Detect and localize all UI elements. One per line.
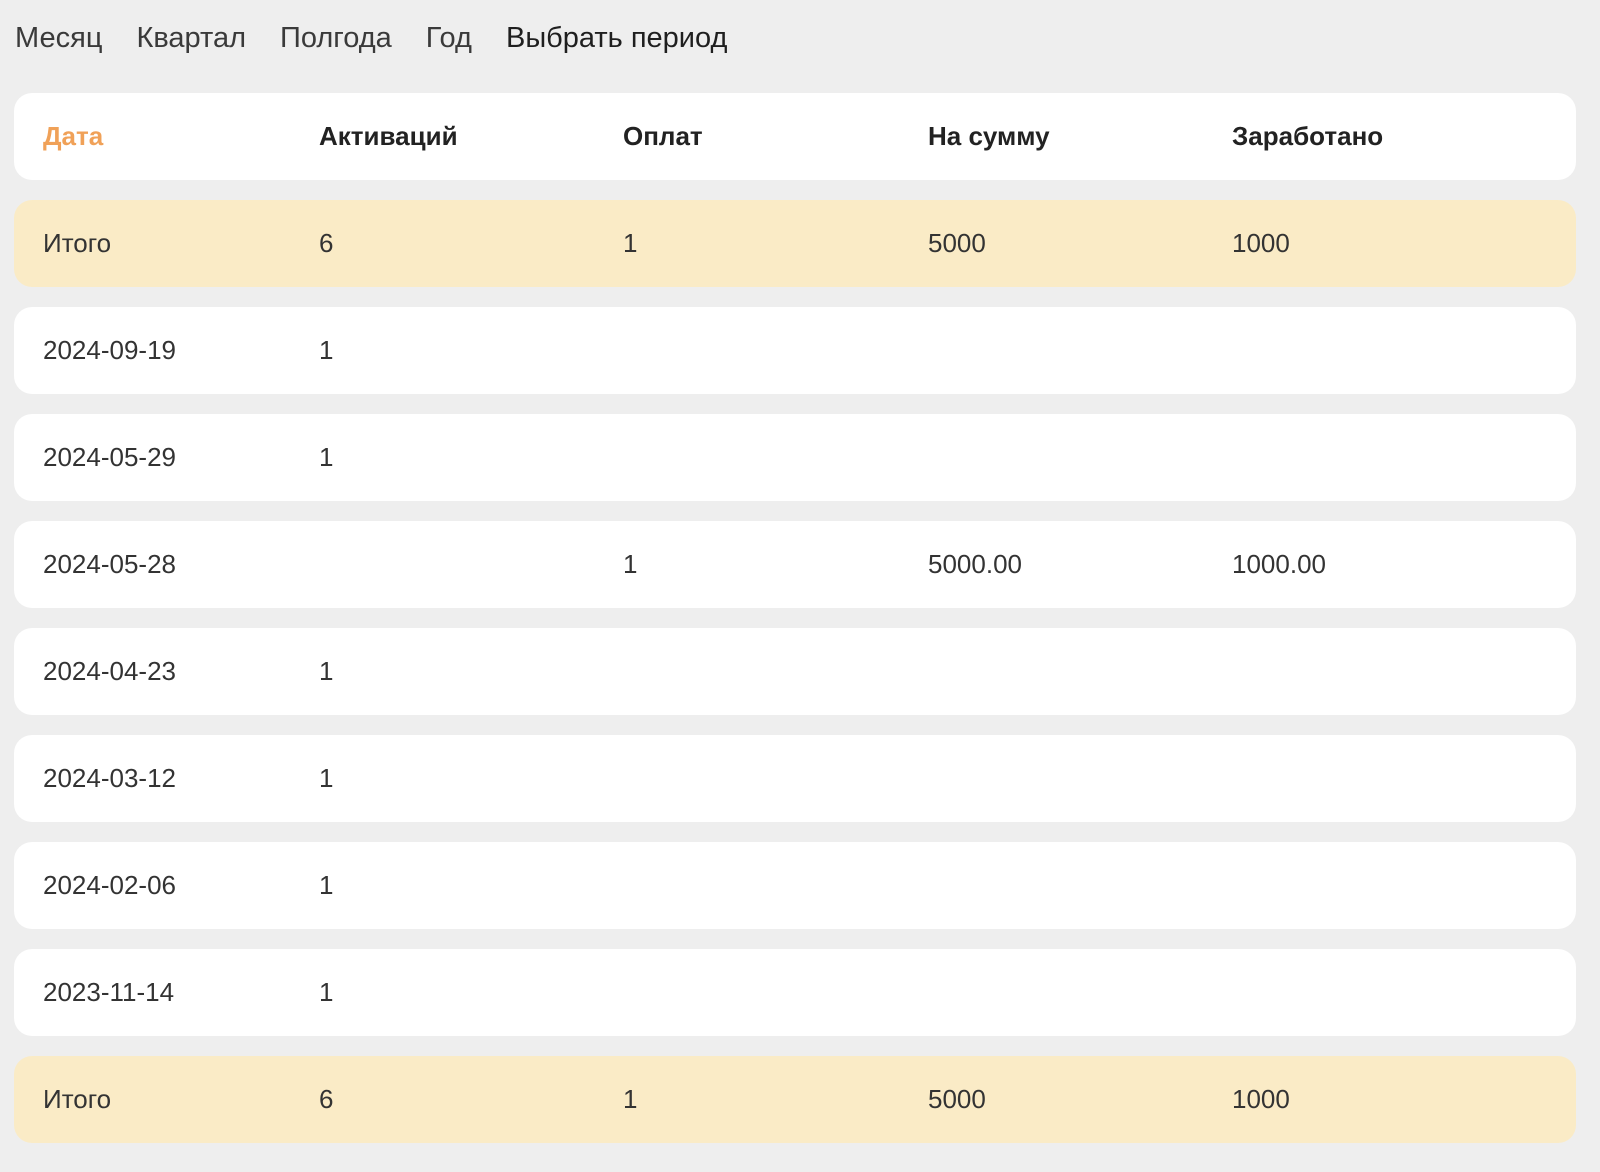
total-row-top: Итого 6 1 5000 1000	[14, 200, 1576, 287]
cell-activations: 1	[319, 442, 334, 472]
total-amount: 5000	[928, 228, 986, 258]
cell-date: 2024-02-06	[43, 870, 176, 900]
cell-date: 2024-05-28	[43, 549, 176, 579]
column-header-earned[interactable]: Заработано	[1232, 121, 1576, 152]
total-activations: 6	[319, 228, 334, 258]
table-row: 2024-05-29 1	[14, 414, 1576, 501]
table-header: Дата Активаций Оплат На сумму Заработано	[14, 93, 1576, 180]
table-row: 2023-11-14 1	[14, 949, 1576, 1036]
table-row: 2024-02-06 1	[14, 842, 1576, 929]
total-label: Итого	[43, 1084, 112, 1114]
table-row: 2024-05-28 1 5000.00 1000.00	[14, 521, 1576, 608]
cell-activations: 1	[319, 763, 334, 793]
cell-activations: 1	[319, 656, 334, 686]
total-label: Итого	[43, 228, 112, 258]
cell-amount: 5000.00	[928, 549, 1022, 579]
total-earned: 1000	[1232, 1084, 1290, 1114]
stats-table: Дата Активаций Оплат На сумму Заработано…	[14, 93, 1576, 1163]
table-row: 2024-03-12 1	[14, 735, 1576, 822]
column-header-activations[interactable]: Активаций	[319, 121, 623, 152]
cell-date: 2024-03-12	[43, 763, 176, 793]
total-activations: 6	[319, 1084, 334, 1114]
cell-activations: 1	[319, 977, 334, 1007]
cell-date: 2024-05-29	[43, 442, 176, 472]
tab-month[interactable]: Месяц	[15, 22, 102, 55]
tab-year[interactable]: Год	[426, 22, 472, 55]
tab-quarter[interactable]: Квартал	[136, 22, 246, 55]
tab-half-year[interactable]: Полгода	[280, 22, 392, 55]
total-earned: 1000	[1232, 228, 1290, 258]
total-row-bottom: Итого 6 1 5000 1000	[14, 1056, 1576, 1143]
column-header-amount[interactable]: На сумму	[928, 121, 1232, 152]
column-header-date[interactable]: Дата	[14, 121, 319, 152]
table-row: 2024-04-23 1	[14, 628, 1576, 715]
cell-date: 2024-09-19	[43, 335, 176, 365]
total-payments: 1	[623, 1084, 638, 1114]
table-row: 2024-09-19 1	[14, 307, 1576, 394]
period-tabs: Месяц Квартал Полгода Год Выбрать период	[15, 18, 727, 58]
cell-earned: 1000.00	[1232, 549, 1326, 579]
column-header-payments[interactable]: Оплат	[623, 121, 928, 152]
tab-choose-period[interactable]: Выбрать период	[506, 22, 727, 55]
cell-payments: 1	[623, 549, 638, 579]
total-amount: 5000	[928, 1084, 986, 1114]
cell-activations: 1	[319, 870, 334, 900]
cell-date: 2024-04-23	[43, 656, 176, 686]
cell-activations: 1	[319, 335, 334, 365]
cell-date: 2023-11-14	[43, 977, 175, 1007]
total-payments: 1	[623, 228, 638, 258]
